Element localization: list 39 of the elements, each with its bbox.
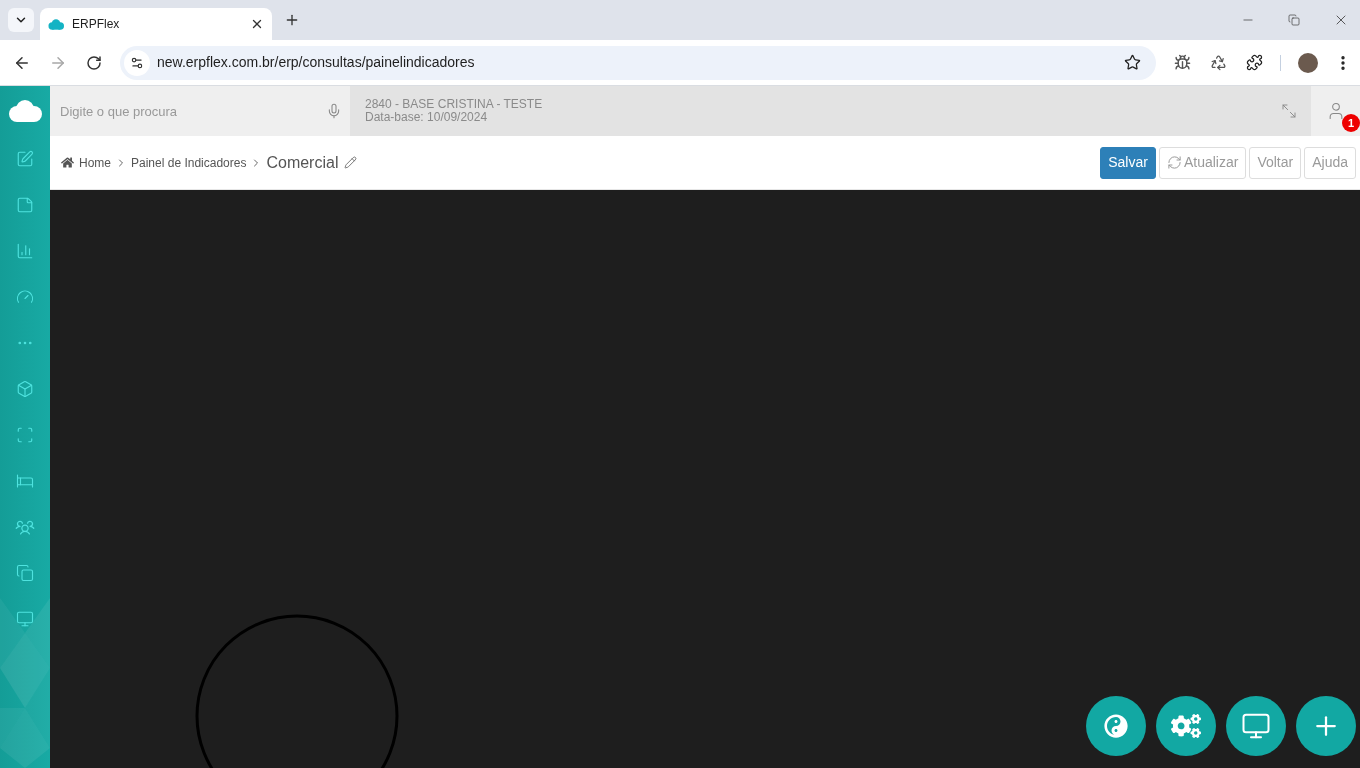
refresh-icon [1166,155,1182,170]
home-icon [61,156,74,169]
extensions-icon[interactable] [1246,54,1263,71]
action-button[interactable]: Atualizar [1158,146,1247,179]
cloud-logo [8,100,42,122]
address-bar[interactable]: new.erpflex.com.br/erp/consultas/painelindicadores [120,45,1156,80]
new-tab-icon[interactable] [284,12,300,28]
site-settings-icon[interactable] [124,49,150,76]
current-page-title: Comercial [266,152,339,173]
user-button[interactable]: 1 [1311,86,1360,136]
action-button[interactable]: Voltar [1249,146,1302,179]
cloud-favicon-icon [48,18,64,30]
notification-badge: 1 [1342,114,1360,132]
search-field[interactable]: Digite o que procura [50,86,322,136]
add-button[interactable] [1296,696,1356,756]
gears-button[interactable] [1156,696,1216,756]
profile-avatar[interactable] [1298,52,1318,73]
monitor-icon [1241,711,1271,741]
recycle-extension-icon[interactable] [1210,54,1227,71]
expand-icon[interactable] [1281,103,1297,119]
reload-icon[interactable] [86,54,102,71]
database-date: Data-base: 10/09/2024 [365,111,489,124]
bookmark-star-icon[interactable] [1124,54,1141,71]
company-name: 2840 - BASE CRISTINA - TESTE [365,98,544,111]
tab-list-button[interactable] [8,8,34,32]
breadcrumb-link[interactable]: Home [61,153,111,172]
yin-yang-button[interactable] [1086,696,1146,756]
action-button[interactable]: Ajuda [1304,146,1356,179]
save-button[interactable]: Salvar [1100,146,1156,179]
breadcrumb-link[interactable]: Painel de Indicadores [131,153,247,172]
monitor-button[interactable] [1226,696,1286,756]
microphone-icon [326,103,342,119]
close-tab-icon[interactable] [250,17,264,31]
gears-icon [1171,711,1201,741]
browser-tab[interactable]: ERPFlex [40,8,272,40]
bug-extension-icon[interactable] [1174,54,1191,71]
yin-yang-icon [1104,714,1128,738]
edit-pencil-icon[interactable] [344,156,358,169]
restore-icon[interactable] [1288,14,1300,26]
